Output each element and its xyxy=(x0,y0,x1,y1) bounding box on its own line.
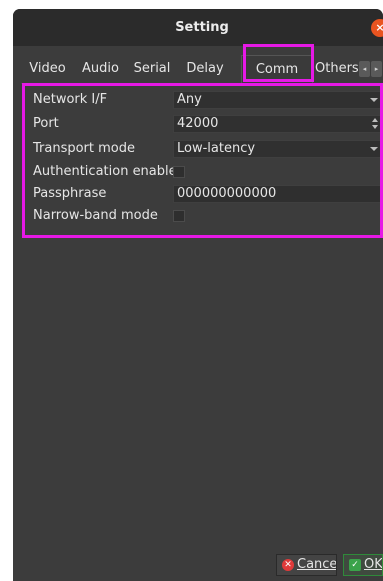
cancel-icon: ✕ xyxy=(282,559,294,571)
narrow-band-row: Narrow-band mode xyxy=(33,207,383,225)
check-icon: ✓ xyxy=(349,559,361,571)
chevron-down-icon xyxy=(370,98,378,102)
cancel-label: Cancel xyxy=(297,557,337,572)
authentication-checkbox[interactable] xyxy=(173,166,185,178)
port-row: Port 42000 xyxy=(33,115,383,133)
spin-arrows-icon[interactable] xyxy=(372,117,380,131)
network-if-row: Network I/F Any xyxy=(33,91,383,109)
passphrase-value: 000000000000 xyxy=(177,186,277,201)
tab-others[interactable]: Others xyxy=(315,55,359,83)
network-if-dropdown[interactable]: Any xyxy=(173,91,383,109)
transport-mode-value: Low-latency xyxy=(177,141,256,156)
network-if-value: Any xyxy=(177,92,202,107)
ok-label: OK xyxy=(364,557,383,572)
port-label: Port xyxy=(33,116,59,131)
cancel-button[interactable]: ✕ Cancel xyxy=(276,554,337,576)
tab-bar: Video Audio Serial Delay Comm Others ◂ ▸ xyxy=(21,55,383,84)
title-bar[interactable]: Setting × xyxy=(13,9,383,46)
ok-button[interactable]: ✓ OK xyxy=(343,554,383,576)
transport-mode-row: Transport mode Low-latency xyxy=(33,140,383,158)
passphrase-row: Passphrase 000000000000 xyxy=(33,185,383,203)
narrow-band-checkbox[interactable] xyxy=(173,210,185,222)
narrow-band-label: Narrow-band mode xyxy=(33,208,158,223)
passphrase-input[interactable]: 000000000000 xyxy=(173,185,383,203)
dialog-footer: ✕ Cancel ✓ OK xyxy=(13,549,383,581)
tab-audio[interactable]: Audio xyxy=(74,55,127,83)
network-if-label: Network I/F xyxy=(33,92,108,107)
port-value: 42000 xyxy=(177,116,219,131)
authentication-label: Authentication enable xyxy=(33,164,177,179)
passphrase-label: Passphrase xyxy=(33,186,107,201)
chevron-down-icon xyxy=(370,147,378,151)
authentication-row: Authentication enable xyxy=(33,163,383,181)
close-icon[interactable]: × xyxy=(371,19,383,37)
tab-delay[interactable]: Delay xyxy=(177,55,233,83)
dialog-title: Setting xyxy=(175,20,229,35)
tab-comm[interactable]: Comm xyxy=(241,55,313,83)
port-spinbox[interactable]: 42000 xyxy=(173,115,383,133)
tab-scroll-left-icon[interactable]: ◂ xyxy=(359,61,370,77)
tab-video[interactable]: Video xyxy=(21,55,74,83)
tab-scroll-right-icon[interactable]: ▸ xyxy=(371,61,382,77)
comm-settings-pane: Network I/F Any Port 42000 Transport mod… xyxy=(33,91,383,245)
tab-serial[interactable]: Serial xyxy=(127,55,177,83)
settings-dialog: Setting × Video Audio Serial Delay Comm … xyxy=(13,9,383,581)
transport-mode-dropdown[interactable]: Low-latency xyxy=(173,140,383,158)
transport-mode-label: Transport mode xyxy=(33,141,136,156)
